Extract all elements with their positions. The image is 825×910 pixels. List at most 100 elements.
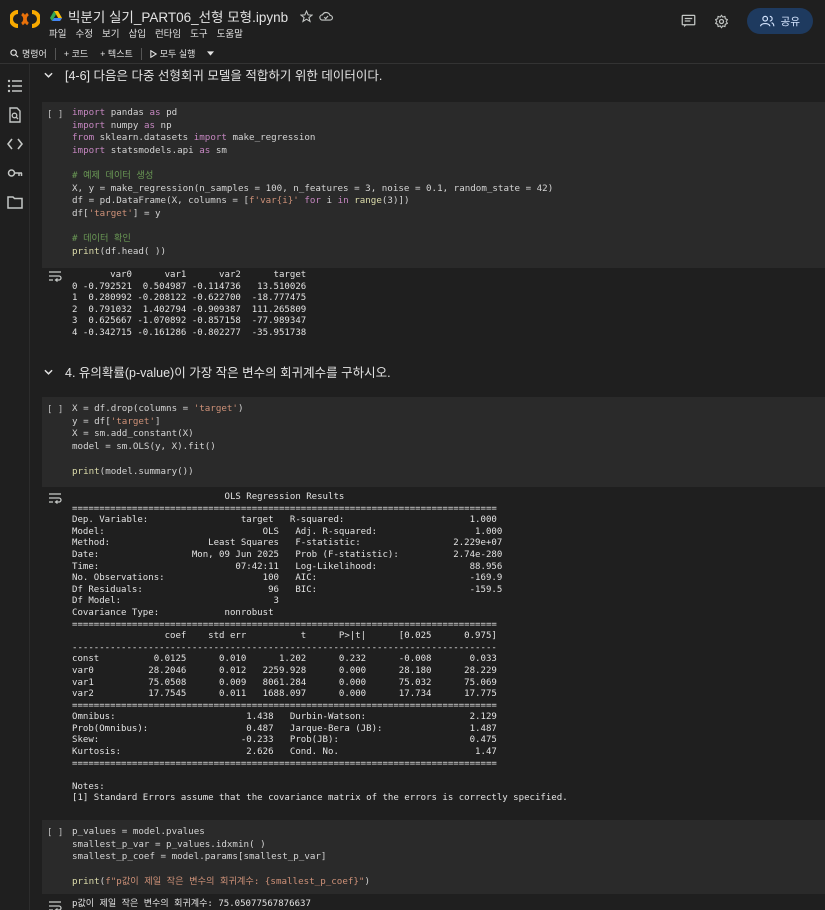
code-line[interactable]: # 데이터 확인 xyxy=(72,233,553,246)
output-line: Df Model: 3 xyxy=(72,596,279,607)
output-line: Kurtosis: 2.626 Cond. No. 1.47 xyxy=(72,747,497,758)
section-heading[interactable]: 4. 유의확률(p-value)이 가장 작은 변수의 회귀계수를 구하시오. xyxy=(44,362,391,381)
menu-view[interactable]: 보기 xyxy=(102,26,119,40)
add-person-icon xyxy=(759,15,775,27)
output-actions-icon[interactable] xyxy=(48,270,62,282)
output-line: Omnibus: 1.438 Durbin-Watson: 2.129 xyxy=(72,712,497,723)
left-sidebar xyxy=(0,64,30,910)
gear-icon[interactable] xyxy=(714,14,729,29)
search-icon xyxy=(10,49,19,58)
code-line[interactable] xyxy=(72,220,553,233)
section-heading[interactable]: [4-6] 다음은 다중 선형회귀 모델을 적합하기 위한 데이터이다. xyxy=(44,65,382,84)
output-text: OLS Regression Results ==================… xyxy=(72,492,568,805)
code-line[interactable]: import pandas as pd xyxy=(72,107,553,120)
output-line: 2 0.791032 1.402794 -0.909387 111.265809 xyxy=(72,304,307,315)
run-all-dropdown[interactable] xyxy=(201,45,220,63)
comment-icon[interactable] xyxy=(681,14,696,28)
run-all-label: 모두 실행 xyxy=(159,49,196,59)
section-heading-text: [4-6] 다음은 다중 선형회귀 모델을 적합하기 위한 데이터이다. xyxy=(65,69,383,83)
code-line[interactable] xyxy=(72,157,553,170)
share-button[interactable]: 공유 xyxy=(746,8,813,34)
folder-icon[interactable] xyxy=(7,194,23,210)
key-icon[interactable] xyxy=(7,165,23,181)
output-line: ========================================… xyxy=(72,758,497,769)
code-line[interactable]: print(model.summary()) xyxy=(72,466,244,479)
colab-logo-icon[interactable] xyxy=(10,9,40,29)
share-label: 공유 xyxy=(780,15,800,28)
add-text-label: + 텍스트 xyxy=(100,49,133,59)
output-line: p값이 제일 작은 변수의 회귀계수: 75.05077567876637 xyxy=(72,899,311,909)
add-text-button[interactable]: + 텍스트 xyxy=(94,45,139,63)
add-code-button[interactable]: + 코드 xyxy=(58,45,94,63)
chevron-down-icon xyxy=(207,51,215,56)
code-line[interactable]: from sklearn.datasets import make_regres… xyxy=(72,132,553,145)
code-cell[interactable]: [ ] import pandas as pd import numpy as n… xyxy=(42,102,825,268)
menu-tools[interactable]: 도구 xyxy=(190,26,207,40)
output-actions-icon[interactable] xyxy=(48,900,62,910)
output-line: ========================================… xyxy=(72,503,497,514)
code-line[interactable]: df['target'] = y xyxy=(72,208,553,221)
code-line[interactable]: import statsmodels.api as sm xyxy=(72,145,553,158)
top-bar: 빅분기 실기_PART06_선형 모형.ipynb 파일 수정 보기 삽입 런타… xyxy=(0,0,825,44)
output-line: ----------------------------------------… xyxy=(72,642,497,653)
table-of-contents-icon[interactable] xyxy=(7,78,23,94)
code-line[interactable] xyxy=(72,864,370,877)
collapse-chevron-icon[interactable] xyxy=(44,369,53,375)
code-line[interactable]: smallest_p_var = p_values.idxmin( ) xyxy=(72,839,370,852)
output-line: var0 var1 var2 target xyxy=(72,270,307,280)
output-line: [1] Standard Errors assume that the cova… xyxy=(72,793,568,804)
find-icon[interactable] xyxy=(7,107,23,123)
code-line[interactable]: # 예제 데이터 생성 xyxy=(72,170,553,183)
code-line[interactable]: df = pd.DataFrame(X, columns = [f'var{i}… xyxy=(72,195,553,208)
output-line: Time: 07:42:11 Log-Likelihood: 88.956 xyxy=(72,561,503,572)
cloud-icon[interactable] xyxy=(319,10,334,22)
run-cell-button[interactable]: [ ] xyxy=(47,405,63,415)
star-icon[interactable] xyxy=(300,9,314,23)
code-cell[interactable]: [ ] p_values = model.pvalues smallest_p_v… xyxy=(42,820,825,894)
output-text: p값이 제일 작은 변수의 회귀계수: 75.05077567876637 xyxy=(72,899,311,910)
code-line[interactable]: print(f"p값이 제일 작은 변수의 회귀계수: {smallest_p_… xyxy=(72,876,370,889)
code-line[interactable]: smallest_p_coef = model.params[smallest_… xyxy=(72,851,370,864)
output-line: ========================================… xyxy=(72,619,497,630)
output-line: ========================================… xyxy=(72,700,497,711)
command-palette-button[interactable]: 명령어 xyxy=(0,45,53,63)
output-line: 3 0.625667 -1.070892 -0.857158 -77.98934… xyxy=(72,316,307,327)
notebook-filename[interactable]: 빅분기 실기_PART06_선형 모형.ipynb xyxy=(68,6,288,26)
output-line: Df Residuals: 96 BIC: -159.5 xyxy=(72,584,503,595)
menu-bar: 파일 수정 보기 삽입 런타임 도구 도움말 xyxy=(49,26,243,40)
code-cell[interactable]: [ ] X = df.drop(columns = 'target') y = d… xyxy=(42,397,825,487)
code-line[interactable] xyxy=(72,453,244,466)
code-line[interactable]: y = df['target'] xyxy=(72,416,244,429)
output-line: var0 28.2046 0.012 2259.928 0.000 28.180… xyxy=(72,665,497,676)
code-line[interactable]: p_values = model.pvalues xyxy=(72,826,370,839)
toolbar-divider xyxy=(54,47,56,60)
code-line[interactable]: X = sm.add_constant(X) xyxy=(72,428,244,441)
output-line: Notes: xyxy=(72,781,105,792)
code-editor[interactable]: import pandas as pd import numpy as np fro… xyxy=(72,107,553,258)
code-line[interactable]: X = df.drop(columns = 'target') xyxy=(72,403,244,416)
menu-file[interactable]: 파일 xyxy=(49,26,66,40)
command-palette-label: 명령어 xyxy=(22,49,47,59)
code-editor[interactable]: p_values = model.pvalues smallest_p_var =… xyxy=(72,826,370,889)
code-editor[interactable]: X = df.drop(columns = 'target') y = df['t… xyxy=(72,403,244,479)
code-line[interactable]: model = sm.OLS(y, X).fit() xyxy=(72,441,244,454)
code-line[interactable]: import numpy as np xyxy=(72,120,553,133)
drive-icon xyxy=(50,10,62,21)
menu-insert[interactable]: 삽입 xyxy=(128,26,145,40)
run-all-button[interactable]: 모두 실행 xyxy=(144,45,202,63)
code-snippets-icon[interactable] xyxy=(7,136,23,152)
toolbar-divider xyxy=(140,47,142,60)
output-line: 1 0.280992 -0.208122 -0.622700 -18.77747… xyxy=(72,293,307,304)
add-code-label: + 코드 xyxy=(63,49,89,59)
section-heading-text: 4. 유의확률(p-value)이 가장 작은 변수의 회귀계수를 구하시오. xyxy=(65,366,391,380)
run-cell-button[interactable]: [ ] xyxy=(47,110,63,120)
menu-help[interactable]: 도움말 xyxy=(217,26,243,40)
code-line[interactable]: X, y = make_regression(n_samples = 100, … xyxy=(72,183,553,196)
output-actions-icon[interactable] xyxy=(48,492,62,504)
menu-edit[interactable]: 수정 xyxy=(75,26,92,40)
output-line: No. Observations: 100 AIC: -169.9 xyxy=(72,573,503,584)
menu-runtime[interactable]: 런타임 xyxy=(155,26,181,40)
code-line[interactable]: print(df.head( )) xyxy=(72,246,553,259)
run-cell-button[interactable]: [ ] xyxy=(47,828,63,838)
collapse-chevron-icon[interactable] xyxy=(44,72,53,78)
